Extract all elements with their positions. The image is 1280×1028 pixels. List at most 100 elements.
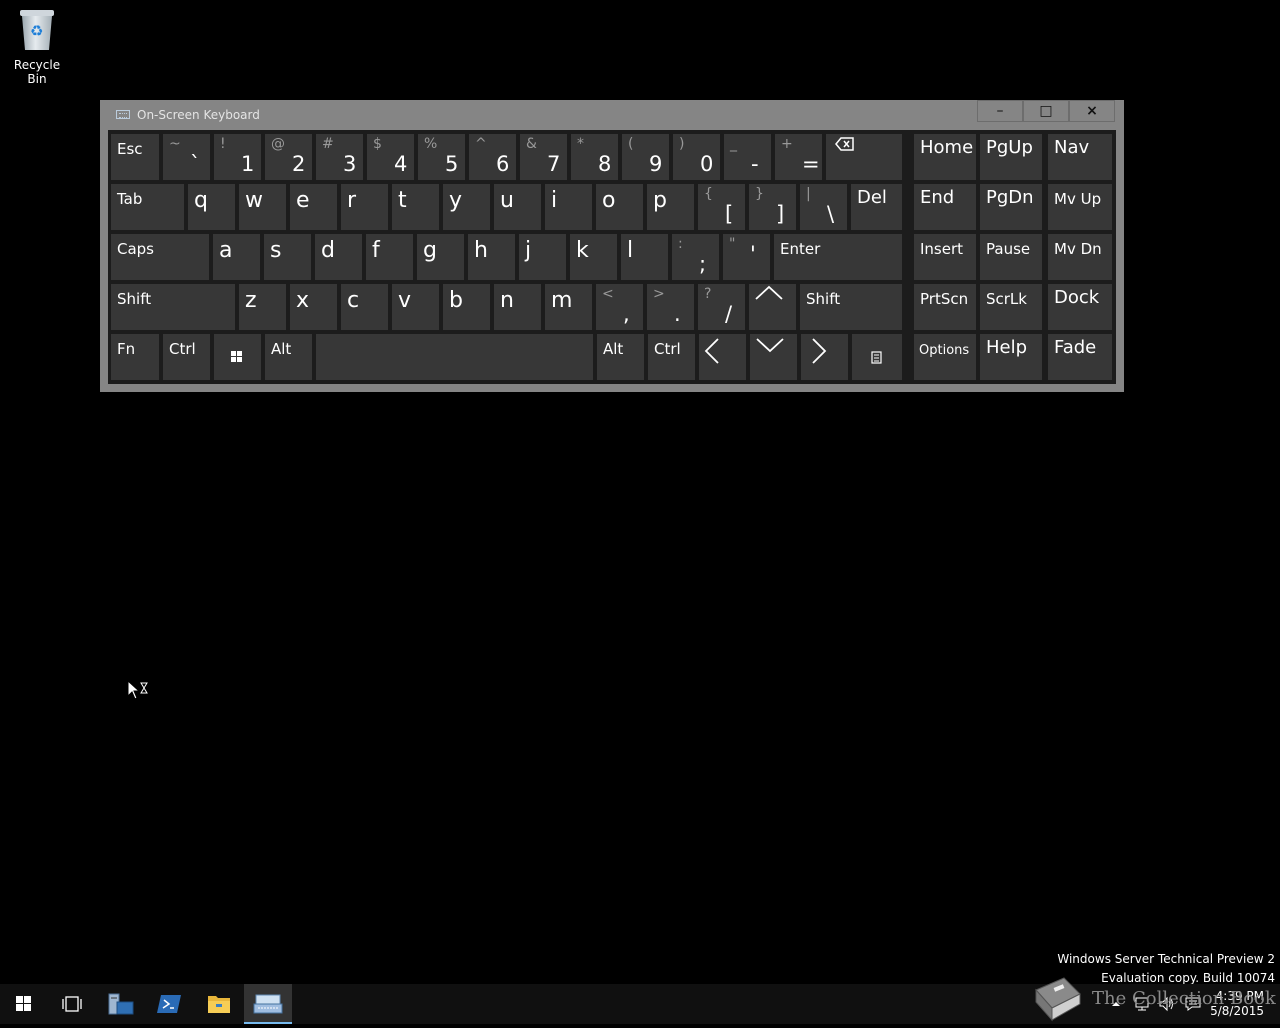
key-pgdn[interactable]: PgDn xyxy=(980,184,1042,230)
key-backslash[interactable]: | \ xyxy=(800,184,847,230)
osk-title: On-Screen Keyboard xyxy=(137,108,260,122)
key-9[interactable]: (9 xyxy=(622,134,669,180)
key-right-bracket[interactable]: }] xyxy=(749,184,796,230)
key-minus[interactable]: _ - xyxy=(724,134,771,180)
key-x[interactable]: x xyxy=(290,284,337,330)
key-b[interactable]: b xyxy=(443,284,490,330)
minimize-button[interactable]: – xyxy=(977,100,1023,122)
key-caps[interactable]: Caps xyxy=(111,234,209,280)
key-right-shift[interactable]: Shift xyxy=(800,284,902,330)
key-equals[interactable]: + = xyxy=(775,134,822,180)
key-mv-up[interactable]: Mv Up xyxy=(1048,184,1112,230)
key-right-ctrl[interactable]: Ctrl xyxy=(648,334,695,380)
maximize-button[interactable]: □ xyxy=(1023,100,1069,122)
key-8[interactable]: * 8 xyxy=(571,134,618,180)
key-j[interactable]: j xyxy=(519,234,566,280)
key-e[interactable]: e xyxy=(290,184,337,230)
key-z[interactable]: z xyxy=(239,284,286,330)
key-esc[interactable]: Esc xyxy=(111,134,159,180)
key-c[interactable]: c xyxy=(341,284,388,330)
key-windows[interactable] xyxy=(214,334,261,380)
key-v[interactable]: v xyxy=(392,284,439,330)
key-scrlk[interactable]: ScrLk xyxy=(980,284,1042,330)
key-q[interactable]: q xyxy=(188,184,235,230)
osk-title-bar[interactable]: On-Screen Keyboard – □ × xyxy=(100,100,1124,130)
key-prtscn[interactable]: PrtScn xyxy=(914,284,976,330)
key-d[interactable]: d xyxy=(315,234,362,280)
key-a[interactable]: a xyxy=(213,234,260,280)
key-backspace[interactable] xyxy=(826,134,902,180)
powershell-button[interactable] xyxy=(146,984,194,1024)
key-end[interactable]: End xyxy=(914,184,976,230)
key-pause[interactable]: Pause xyxy=(980,234,1042,280)
task-view-button[interactable] xyxy=(48,984,96,1024)
key-m[interactable]: m xyxy=(545,284,592,330)
key-tab[interactable]: Tab xyxy=(111,184,184,230)
key-comma[interactable]: <, xyxy=(596,284,643,330)
key-2[interactable]: @2 xyxy=(265,134,312,180)
key-enter[interactable]: Enter xyxy=(774,234,902,280)
key-del[interactable]: Del xyxy=(851,184,902,230)
key-right-alt[interactable]: Alt xyxy=(597,334,644,380)
key-options[interactable]: Options xyxy=(914,334,976,380)
key-fade[interactable]: Fade xyxy=(1048,334,1112,380)
key-p[interactable]: p xyxy=(647,184,694,230)
key-tilde[interactable]: ~ ` xyxy=(163,134,210,180)
close-button[interactable]: × xyxy=(1069,100,1115,122)
key-left-shift[interactable]: Shift xyxy=(111,284,235,330)
server-manager-button[interactable] xyxy=(97,984,145,1024)
key-w[interactable]: w xyxy=(239,184,286,230)
key-left-alt[interactable]: Alt xyxy=(265,334,312,380)
start-button[interactable] xyxy=(0,984,48,1024)
key-nav[interactable]: Nav xyxy=(1048,134,1112,180)
key-i[interactable]: i xyxy=(545,184,592,230)
key-6[interactable]: ^ 6 xyxy=(469,134,516,180)
key-arrow-up[interactable] xyxy=(749,284,796,330)
key-help[interactable]: Help xyxy=(980,334,1042,380)
key-insert[interactable]: Insert xyxy=(914,234,976,280)
arrow-left-icon xyxy=(704,338,719,364)
key-5[interactable]: % 5 xyxy=(418,134,465,180)
key-7[interactable]: & 7 xyxy=(520,134,567,180)
key-fn[interactable]: Fn xyxy=(111,334,159,380)
key-f[interactable]: f xyxy=(366,234,413,280)
key-l[interactable]: l xyxy=(621,234,668,280)
key-k[interactable]: k xyxy=(570,234,617,280)
file-explorer-button[interactable] xyxy=(195,984,243,1024)
key-g[interactable]: g xyxy=(417,234,464,280)
powershell-icon xyxy=(157,995,181,1013)
key-arrow-down[interactable] xyxy=(750,334,797,380)
key-quote[interactable]: " ' xyxy=(723,234,770,280)
key-arrow-right[interactable] xyxy=(801,334,848,380)
key-n[interactable]: n xyxy=(494,284,541,330)
recycle-bin-label: Recycle Bin xyxy=(13,58,61,86)
key-s[interactable]: s xyxy=(264,234,311,280)
key-arrow-left[interactable] xyxy=(699,334,746,380)
key-slash[interactable]: ? / xyxy=(698,284,745,330)
key-space[interactable] xyxy=(316,334,593,380)
key-mv-dn[interactable]: Mv Dn xyxy=(1048,234,1112,280)
key-home[interactable]: Home xyxy=(914,134,976,180)
key-semicolon[interactable]: :; xyxy=(672,234,719,280)
key-o[interactable]: o xyxy=(596,184,643,230)
key-u[interactable]: u xyxy=(494,184,541,230)
key-1[interactable]: ! 1 xyxy=(214,134,261,180)
key-3[interactable]: #3 xyxy=(316,134,363,180)
key-pgup[interactable]: PgUp xyxy=(980,134,1042,180)
key-0[interactable]: ) 0 xyxy=(673,134,720,180)
windows-logo-icon xyxy=(231,351,242,362)
key-left-bracket[interactable]: {[ xyxy=(698,184,745,230)
key-4[interactable]: $4 xyxy=(367,134,414,180)
recycle-bin-desktop-icon[interactable]: ♻ Recycle Bin xyxy=(5,8,69,86)
task-view-icon xyxy=(62,996,82,1012)
key-y[interactable]: y xyxy=(443,184,490,230)
key-menu[interactable] xyxy=(852,334,902,380)
key-period[interactable]: >. xyxy=(647,284,694,330)
key-r[interactable]: r xyxy=(341,184,388,230)
key-t[interactable]: t xyxy=(392,184,439,230)
osk-taskbar-button[interactable] xyxy=(244,984,292,1024)
key-h[interactable]: h xyxy=(468,234,515,280)
key-dock[interactable]: Dock xyxy=(1048,284,1112,330)
watermark-line-1: Windows Server Technical Preview 2 xyxy=(1057,952,1275,966)
key-left-ctrl[interactable]: Ctrl xyxy=(163,334,210,380)
